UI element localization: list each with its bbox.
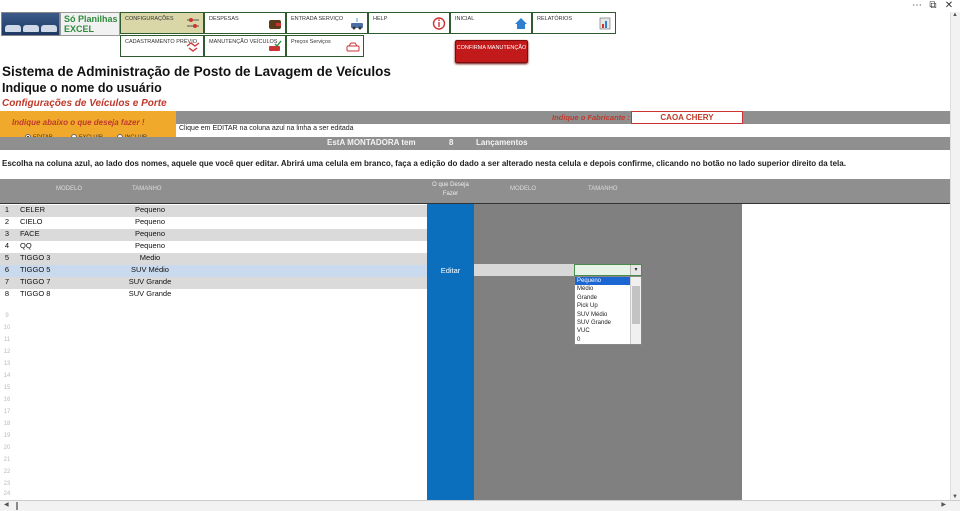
report-icon bbox=[599, 17, 611, 30]
menu-label: HELP bbox=[373, 16, 388, 22]
dropdown-option[interactable]: Grande bbox=[575, 294, 631, 302]
row-number: 13 bbox=[3, 361, 11, 367]
table-row[interactable]: 2 CIELO Pequeno bbox=[0, 217, 427, 229]
scrollbar-thumb[interactable] bbox=[16, 502, 18, 510]
summary-band bbox=[0, 137, 950, 150]
restore-icon[interactable]: ⧉ bbox=[925, 0, 941, 11]
col-header-tamanho: TAMANHO bbox=[132, 186, 162, 192]
brand-logo: Só Planilhas EXCEL bbox=[60, 12, 120, 36]
menu-configuracoes[interactable]: CONFIGURAÇÕES bbox=[120, 12, 204, 34]
dropdown-option[interactable]: SUV Médio bbox=[575, 311, 631, 319]
menu-precos-servicos[interactable]: Preços Serviços bbox=[286, 35, 364, 57]
row-number: 21 bbox=[3, 457, 11, 463]
car-wash-logo bbox=[1, 12, 60, 36]
edit-model-cell[interactable] bbox=[474, 264, 574, 276]
menu-label: RELATÓRIOS bbox=[537, 16, 573, 22]
dropdown-option[interactable]: Médio bbox=[575, 285, 631, 293]
col-header-modelo-edit: MODELO bbox=[510, 186, 537, 192]
menu-cadastramento-previo[interactable]: CADASTRAMENTO PRÉVIO bbox=[120, 35, 204, 57]
row-number: 10 bbox=[3, 325, 11, 331]
instruction-long: Escolha na coluna azul, ao lado dos nome… bbox=[2, 159, 846, 168]
size-dropdown[interactable]: ▾ bbox=[574, 264, 642, 276]
scrollbar-thumb[interactable] bbox=[632, 286, 640, 324]
dropdown-option[interactable]: Pequeno bbox=[575, 277, 631, 286]
table-row[interactable]: 5 TIGGO 3 Medio bbox=[0, 253, 427, 265]
ellipsis-icon[interactable]: ⋯ bbox=[909, 0, 925, 11]
brand-line1: Só Planilhas bbox=[64, 14, 118, 24]
dropdown-option[interactable]: SUV Grande bbox=[575, 319, 631, 327]
home-icon bbox=[515, 18, 527, 29]
row-number: 16 bbox=[3, 397, 11, 403]
size-dropdown-list[interactable]: Pequeno Médio Grande Pick Up SUV Médio S… bbox=[574, 276, 642, 345]
row-number: 22 bbox=[3, 469, 11, 475]
edit-area bbox=[474, 204, 742, 500]
menu-label: INICIAL bbox=[455, 16, 475, 22]
close-icon[interactable]: ✕ bbox=[941, 0, 957, 11]
car-wash-icon bbox=[351, 18, 363, 30]
menu-label: DESPESAS bbox=[209, 16, 239, 22]
manufacturer-label: Indique o Fabricante : bbox=[552, 113, 630, 122]
col-header-modelo: MODELO bbox=[56, 186, 83, 192]
confirm-maintenance-button[interactable]: CONFIRMA MANUTENÇÃO bbox=[455, 40, 528, 63]
car-price-icon bbox=[346, 42, 360, 52]
row-number: 23 bbox=[3, 481, 11, 487]
row-number: 19 bbox=[3, 433, 11, 439]
info-icon bbox=[432, 17, 446, 30]
table-row[interactable]: 4 QQ Pequeno bbox=[0, 241, 427, 253]
chevron-down-icon[interactable]: ▾ bbox=[630, 265, 641, 275]
wallet-icon bbox=[269, 20, 281, 29]
row-number: 24 bbox=[3, 491, 11, 497]
horizontal-scrollbar[interactable]: ◀ ▶ bbox=[0, 500, 960, 511]
dropdown-option[interactable]: Pick Up bbox=[575, 302, 631, 310]
scroll-left-icon[interactable]: ◀ bbox=[4, 501, 9, 508]
menu-label: Preços Serviços bbox=[291, 39, 331, 45]
scroll-right-icon[interactable]: ▶ bbox=[941, 501, 946, 508]
row-number: 12 bbox=[3, 349, 11, 355]
row-number: 15 bbox=[3, 385, 11, 391]
dropdown-scrollbar[interactable] bbox=[630, 277, 641, 344]
brand-line2: EXCEL bbox=[64, 24, 95, 34]
car-check-icon bbox=[269, 40, 282, 51]
row-number: 9 bbox=[5, 313, 9, 319]
page-title: Sistema de Administração de Posto de Lav… bbox=[2, 64, 391, 79]
summary-count: 8 bbox=[449, 138, 454, 147]
scroll-up-icon[interactable]: ▲ bbox=[952, 12, 958, 18]
user-prompt[interactable]: Indique o nome do usuário bbox=[2, 81, 162, 95]
menu-label: ENTRADA SERVIÇO bbox=[291, 16, 344, 22]
table-row[interactable]: 7 TIGGO 7 SUV Grande bbox=[0, 277, 427, 289]
action-box-title: Indique abaixo o que deseja fazer ! bbox=[12, 118, 145, 127]
row-number: 17 bbox=[3, 409, 11, 415]
row-number: 18 bbox=[3, 421, 11, 427]
manufacturer-select[interactable]: CAOA CHERY bbox=[631, 111, 743, 124]
table-row[interactable]: 1 CELER Pequeno bbox=[0, 205, 427, 217]
row-number: 20 bbox=[3, 445, 11, 451]
instruction-short: Clique em EDITAR na coluna azul na linha… bbox=[179, 125, 354, 132]
handshake-icon bbox=[186, 42, 200, 52]
row-number: 11 bbox=[3, 337, 11, 343]
menu-help[interactable]: HELP bbox=[368, 12, 450, 34]
settings-sliders-icon bbox=[187, 18, 199, 28]
col-header-tamanho-edit: TAMANHO bbox=[588, 186, 618, 192]
dropdown-option[interactable]: 0 bbox=[575, 336, 631, 344]
title-bar bbox=[0, 0, 960, 12]
dropdown-option[interactable]: VUC bbox=[575, 327, 631, 335]
table-row[interactable]: 3 FACE Pequeno bbox=[0, 229, 427, 241]
menu-label: CONFIGURAÇÕES bbox=[125, 16, 174, 22]
menu-manutencao-veiculos[interactable]: MANUTENÇÃO VEÍCULOS bbox=[204, 35, 286, 57]
vertical-scrollbar[interactable]: ▲ ▼ bbox=[950, 12, 960, 500]
summary-suffix: Lançamentos bbox=[476, 138, 528, 147]
table-row-selected[interactable]: 6 TIGGO 5 SUV Médio bbox=[0, 265, 427, 277]
action-column[interactable] bbox=[427, 204, 474, 500]
menu-despesas[interactable]: DESPESAS bbox=[204, 12, 286, 34]
menu-relatorios[interactable]: RELATÓRIOS bbox=[532, 12, 616, 34]
table-row[interactable]: 8 TIGGO 8 SUV Grande bbox=[0, 289, 427, 301]
menu-inicial[interactable]: INICIAL bbox=[450, 12, 532, 34]
summary-label: EstA MONTADORA tem bbox=[327, 138, 416, 147]
row-number: 14 bbox=[3, 373, 11, 379]
menu-entrada-servico[interactable]: ENTRADA SERVIÇO bbox=[286, 12, 368, 34]
section-title: Configurações de Veículos e Porte bbox=[2, 98, 167, 109]
edit-link[interactable]: Editar bbox=[427, 266, 474, 275]
col-header-action: O que Deseja Fazer bbox=[432, 182, 469, 197]
